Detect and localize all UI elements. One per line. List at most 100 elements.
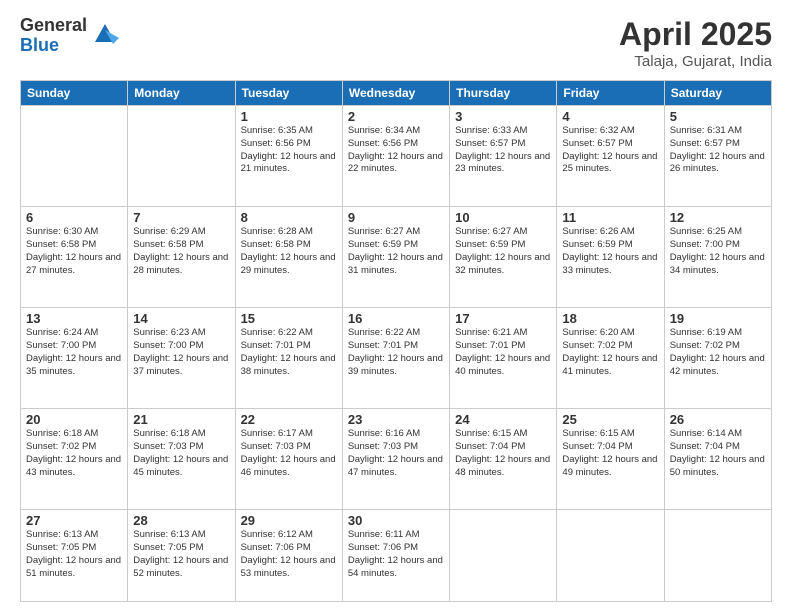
day-of-week-header: Tuesday <box>235 81 342 106</box>
calendar-cell: 27Sunrise: 6:13 AM Sunset: 7:05 PM Dayli… <box>21 510 128 602</box>
calendar-cell: 13Sunrise: 6:24 AM Sunset: 7:00 PM Dayli… <box>21 308 128 409</box>
day-number: 3 <box>455 109 551 124</box>
day-number: 20 <box>26 412 122 427</box>
day-number: 9 <box>348 210 444 225</box>
day-of-week-header: Wednesday <box>342 81 449 106</box>
calendar-cell: 30Sunrise: 6:11 AM Sunset: 7:06 PM Dayli… <box>342 510 449 602</box>
calendar-cell: 6Sunrise: 6:30 AM Sunset: 6:58 PM Daylig… <box>21 207 128 308</box>
day-info: Sunrise: 6:15 AM Sunset: 7:04 PM Dayligh… <box>562 428 658 479</box>
calendar-cell: 18Sunrise: 6:20 AM Sunset: 7:02 PM Dayli… <box>557 308 664 409</box>
day-number: 30 <box>348 513 444 528</box>
header: General Blue April 2025 Talaja, Gujarat,… <box>20 16 772 70</box>
day-info: Sunrise: 6:22 AM Sunset: 7:01 PM Dayligh… <box>348 327 444 378</box>
day-number: 5 <box>670 109 766 124</box>
calendar-body: 1Sunrise: 6:35 AM Sunset: 6:56 PM Daylig… <box>21 106 772 602</box>
calendar-cell <box>664 510 771 602</box>
calendar-cell: 7Sunrise: 6:29 AM Sunset: 6:58 PM Daylig… <box>128 207 235 308</box>
day-info: Sunrise: 6:15 AM Sunset: 7:04 PM Dayligh… <box>455 428 551 479</box>
page: General Blue April 2025 Talaja, Gujarat,… <box>0 0 792 612</box>
day-of-week-header: Monday <box>128 81 235 106</box>
day-info: Sunrise: 6:34 AM Sunset: 6:56 PM Dayligh… <box>348 125 444 176</box>
calendar-cell: 16Sunrise: 6:22 AM Sunset: 7:01 PM Dayli… <box>342 308 449 409</box>
day-info: Sunrise: 6:11 AM Sunset: 7:06 PM Dayligh… <box>348 529 444 580</box>
calendar-cell: 15Sunrise: 6:22 AM Sunset: 7:01 PM Dayli… <box>235 308 342 409</box>
day-of-week-header: Friday <box>557 81 664 106</box>
day-number: 1 <box>241 109 337 124</box>
day-number: 11 <box>562 210 658 225</box>
day-number: 12 <box>670 210 766 225</box>
calendar-cell: 9Sunrise: 6:27 AM Sunset: 6:59 PM Daylig… <box>342 207 449 308</box>
calendar-week-row: 6Sunrise: 6:30 AM Sunset: 6:58 PM Daylig… <box>21 207 772 308</box>
day-info: Sunrise: 6:27 AM Sunset: 6:59 PM Dayligh… <box>348 226 444 277</box>
day-info: Sunrise: 6:35 AM Sunset: 6:56 PM Dayligh… <box>241 125 337 176</box>
day-of-week-header: Thursday <box>450 81 557 106</box>
day-number: 23 <box>348 412 444 427</box>
calendar-header: SundayMondayTuesdayWednesdayThursdayFrid… <box>21 81 772 106</box>
calendar-week-row: 1Sunrise: 6:35 AM Sunset: 6:56 PM Daylig… <box>21 106 772 207</box>
day-info: Sunrise: 6:30 AM Sunset: 6:58 PM Dayligh… <box>26 226 122 277</box>
calendar-week-row: 20Sunrise: 6:18 AM Sunset: 7:02 PM Dayli… <box>21 409 772 510</box>
calendar-cell: 1Sunrise: 6:35 AM Sunset: 6:56 PM Daylig… <box>235 106 342 207</box>
logo-text: General Blue <box>20 16 87 56</box>
day-number: 4 <box>562 109 658 124</box>
logo: General Blue <box>20 16 119 56</box>
day-info: Sunrise: 6:28 AM Sunset: 6:58 PM Dayligh… <box>241 226 337 277</box>
calendar-cell: 17Sunrise: 6:21 AM Sunset: 7:01 PM Dayli… <box>450 308 557 409</box>
day-info: Sunrise: 6:33 AM Sunset: 6:57 PM Dayligh… <box>455 125 551 176</box>
day-info: Sunrise: 6:13 AM Sunset: 7:05 PM Dayligh… <box>133 529 229 580</box>
day-info: Sunrise: 6:18 AM Sunset: 7:02 PM Dayligh… <box>26 428 122 479</box>
day-number: 25 <box>562 412 658 427</box>
calendar-cell: 10Sunrise: 6:27 AM Sunset: 6:59 PM Dayli… <box>450 207 557 308</box>
calendar-cell: 21Sunrise: 6:18 AM Sunset: 7:03 PM Dayli… <box>128 409 235 510</box>
calendar-cell: 5Sunrise: 6:31 AM Sunset: 6:57 PM Daylig… <box>664 106 771 207</box>
day-info: Sunrise: 6:12 AM Sunset: 7:06 PM Dayligh… <box>241 529 337 580</box>
day-number: 26 <box>670 412 766 427</box>
day-info: Sunrise: 6:14 AM Sunset: 7:04 PM Dayligh… <box>670 428 766 479</box>
calendar-cell: 14Sunrise: 6:23 AM Sunset: 7:00 PM Dayli… <box>128 308 235 409</box>
calendar: SundayMondayTuesdayWednesdayThursdayFrid… <box>20 80 772 602</box>
calendar-cell <box>21 106 128 207</box>
title-block: April 2025 Talaja, Gujarat, India <box>619 16 772 70</box>
calendar-cell: 11Sunrise: 6:26 AM Sunset: 6:59 PM Dayli… <box>557 207 664 308</box>
calendar-week-row: 27Sunrise: 6:13 AM Sunset: 7:05 PM Dayli… <box>21 510 772 602</box>
calendar-cell: 4Sunrise: 6:32 AM Sunset: 6:57 PM Daylig… <box>557 106 664 207</box>
calendar-cell: 23Sunrise: 6:16 AM Sunset: 7:03 PM Dayli… <box>342 409 449 510</box>
calendar-cell: 25Sunrise: 6:15 AM Sunset: 7:04 PM Dayli… <box>557 409 664 510</box>
calendar-cell: 3Sunrise: 6:33 AM Sunset: 6:57 PM Daylig… <box>450 106 557 207</box>
day-number: 8 <box>241 210 337 225</box>
day-number: 7 <box>133 210 229 225</box>
day-number: 13 <box>26 311 122 326</box>
day-info: Sunrise: 6:32 AM Sunset: 6:57 PM Dayligh… <box>562 125 658 176</box>
logo-icon <box>91 20 119 48</box>
calendar-header-row: SundayMondayTuesdayWednesdayThursdayFrid… <box>21 81 772 106</box>
calendar-cell <box>128 106 235 207</box>
day-number: 2 <box>348 109 444 124</box>
logo-blue: Blue <box>20 36 87 56</box>
day-number: 27 <box>26 513 122 528</box>
day-number: 29 <box>241 513 337 528</box>
day-info: Sunrise: 6:25 AM Sunset: 7:00 PM Dayligh… <box>670 226 766 277</box>
day-info: Sunrise: 6:27 AM Sunset: 6:59 PM Dayligh… <box>455 226 551 277</box>
day-number: 19 <box>670 311 766 326</box>
calendar-cell: 24Sunrise: 6:15 AM Sunset: 7:04 PM Dayli… <box>450 409 557 510</box>
calendar-cell <box>557 510 664 602</box>
calendar-cell: 12Sunrise: 6:25 AM Sunset: 7:00 PM Dayli… <box>664 207 771 308</box>
day-number: 10 <box>455 210 551 225</box>
calendar-cell: 26Sunrise: 6:14 AM Sunset: 7:04 PM Dayli… <box>664 409 771 510</box>
day-info: Sunrise: 6:13 AM Sunset: 7:05 PM Dayligh… <box>26 529 122 580</box>
calendar-week-row: 13Sunrise: 6:24 AM Sunset: 7:00 PM Dayli… <box>21 308 772 409</box>
day-info: Sunrise: 6:16 AM Sunset: 7:03 PM Dayligh… <box>348 428 444 479</box>
calendar-cell: 20Sunrise: 6:18 AM Sunset: 7:02 PM Dayli… <box>21 409 128 510</box>
day-info: Sunrise: 6:23 AM Sunset: 7:00 PM Dayligh… <box>133 327 229 378</box>
day-number: 14 <box>133 311 229 326</box>
day-number: 15 <box>241 311 337 326</box>
day-info: Sunrise: 6:19 AM Sunset: 7:02 PM Dayligh… <box>670 327 766 378</box>
calendar-cell: 29Sunrise: 6:12 AM Sunset: 7:06 PM Dayli… <box>235 510 342 602</box>
calendar-cell: 28Sunrise: 6:13 AM Sunset: 7:05 PM Dayli… <box>128 510 235 602</box>
day-number: 18 <box>562 311 658 326</box>
location: Talaja, Gujarat, India <box>619 53 772 70</box>
calendar-cell: 8Sunrise: 6:28 AM Sunset: 6:58 PM Daylig… <box>235 207 342 308</box>
day-info: Sunrise: 6:26 AM Sunset: 6:59 PM Dayligh… <box>562 226 658 277</box>
day-number: 6 <box>26 210 122 225</box>
day-info: Sunrise: 6:24 AM Sunset: 7:00 PM Dayligh… <box>26 327 122 378</box>
